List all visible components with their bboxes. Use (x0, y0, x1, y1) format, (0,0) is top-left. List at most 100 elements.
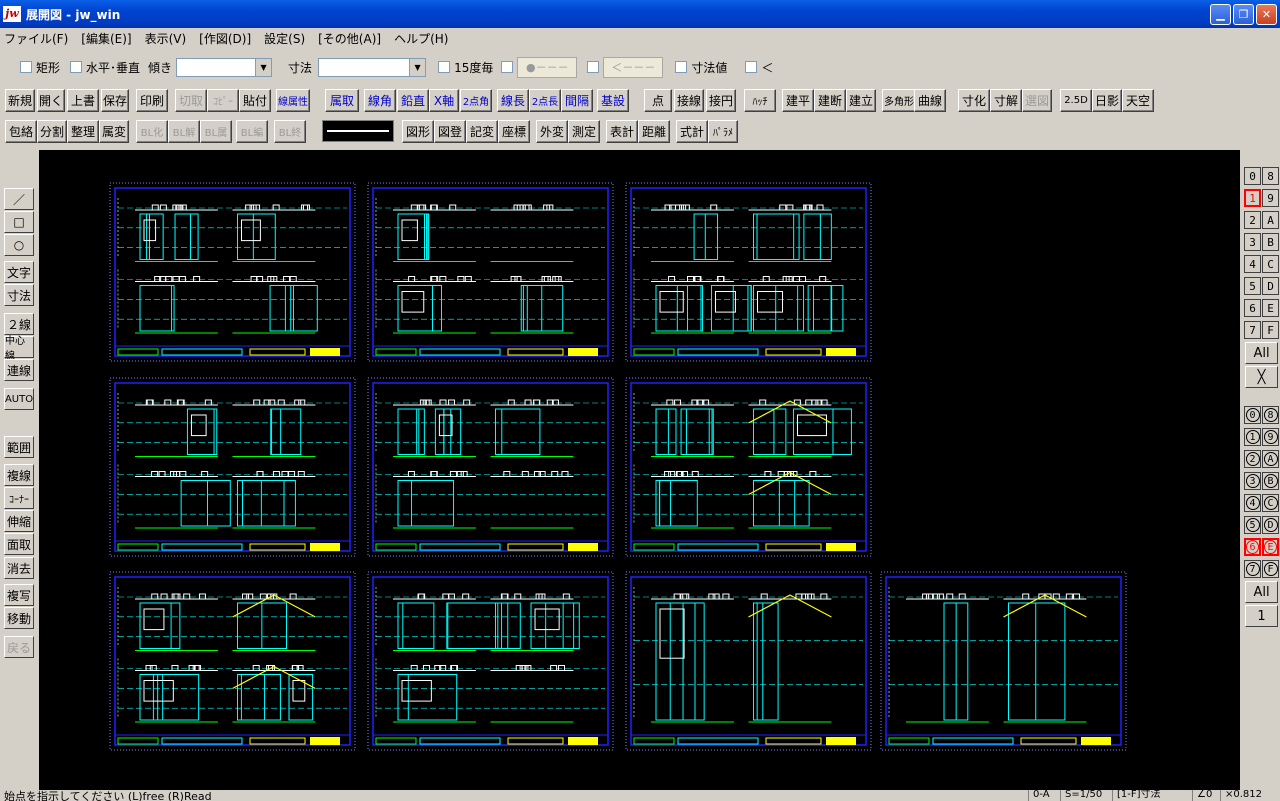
status-zoom[interactable]: ×0.812 (1220, 790, 1262, 801)
layer-9-button[interactable]: 9 (1262, 189, 1279, 207)
dimension-tool-button[interactable]: 寸法 (4, 284, 34, 306)
dimension-to-button[interactable]: 寸化 (958, 88, 990, 112)
chevron-down-icon[interactable]: ▼ (409, 58, 426, 76)
chevron-down-icon[interactable]: ▼ (255, 58, 272, 76)
layer-group-A-button[interactable]: A (1262, 450, 1279, 468)
copy-tool-button[interactable]: 複写 (4, 584, 34, 606)
close-button[interactable]: ✕ (1256, 4, 1277, 25)
corner-tool-button[interactable]: ｺｰﾅｰ (4, 487, 34, 509)
layer-1-button[interactable]: 1 (1244, 189, 1261, 207)
layer-group-F-button[interactable]: F (1262, 560, 1279, 578)
auto-tool-button[interactable]: AUTO (4, 388, 34, 410)
minimize-button[interactable]: ▁ (1210, 4, 1231, 25)
two-point-length-button[interactable]: 2点長 (529, 88, 561, 112)
layer-group-E-button[interactable]: E (1262, 538, 1279, 556)
layer-A-button[interactable]: A (1262, 211, 1279, 229)
menu-draw[interactable]: [作図(D)] (199, 30, 251, 47)
line-angle-button[interactable]: 線角 (364, 88, 396, 112)
dot-line-button[interactable]: ●－－－ (517, 56, 578, 78)
layer-group-2-button[interactable]: 2 (1244, 450, 1261, 468)
layer-8-button[interactable]: 8 (1262, 167, 1279, 185)
layer-C-button[interactable]: C (1262, 255, 1279, 273)
layer-group-1-button[interactable]: 1 (1244, 428, 1261, 446)
change-attribute-button[interactable]: 属変 (99, 119, 129, 143)
layer-D-button[interactable]: D (1262, 277, 1279, 295)
chamfer-tool-button[interactable]: 面取 (4, 533, 34, 555)
layer-group-7-button[interactable]: 7 (1244, 560, 1261, 578)
dot-line-checkbox[interactable] (501, 61, 517, 73)
center-line-tool-button[interactable]: 中心線 (4, 336, 34, 362)
layer-4-button[interactable]: 4 (1244, 255, 1261, 273)
2-5d-button[interactable]: 2.5D (1060, 88, 1092, 112)
layer-E-button[interactable]: E (1262, 299, 1279, 317)
every-15-degrees-checkbox[interactable]: 15度毎 (438, 59, 493, 76)
layer-group-4-button[interactable]: 4 (1244, 494, 1261, 512)
menu-help[interactable]: ヘルプ(H) (394, 30, 448, 47)
save-button[interactable]: 保存 (101, 88, 129, 112)
stretch-tool-button[interactable]: 伸縮 (4, 510, 34, 532)
notation-change-button[interactable]: 記変 (466, 119, 498, 143)
undo-tool-button[interactable]: 戻る (4, 636, 34, 658)
arrow-line-checkbox[interactable] (587, 61, 603, 73)
x-axis-button[interactable]: X軸 (429, 88, 459, 112)
measure-button[interactable]: 測定 (568, 119, 600, 143)
copy-button[interactable]: ｺﾋﾟｰ (207, 88, 239, 112)
layer-group-B-button[interactable]: B (1262, 472, 1279, 490)
organize-button[interactable]: 整理 (67, 119, 99, 143)
sun-shadow-button[interactable]: 日影 (1092, 88, 1122, 112)
layer-F-button[interactable]: F (1262, 321, 1279, 339)
layer-group-8-button[interactable]: 8 (1262, 406, 1279, 424)
circle-tool-button[interactable]: ○ (4, 234, 34, 256)
layer-group-3-button[interactable]: 3 (1244, 472, 1261, 490)
polygon-button[interactable]: 多角形 (882, 88, 916, 112)
line-length-button[interactable]: 線長 (497, 88, 529, 112)
drawing-canvas[interactable] (39, 150, 1240, 790)
dimension-release-button[interactable]: 寸解 (990, 88, 1022, 112)
menu-edit[interactable]: [編集(E)] (81, 30, 131, 47)
move-tool-button[interactable]: 移動 (4, 607, 34, 629)
menu-settings[interactable]: 設定(S) (264, 30, 305, 47)
status-layer[interactable]: 0-A (1028, 790, 1050, 801)
menu-view[interactable]: 表示(V) (145, 30, 187, 47)
vertical-button[interactable]: 鉛直 (397, 88, 429, 112)
overwrite-button[interactable]: 上書 (67, 88, 99, 112)
layer-5-button[interactable]: 5 (1244, 277, 1261, 295)
sky-button[interactable]: 天空 (1122, 88, 1154, 112)
tangent-circle-button[interactable]: 接円 (706, 88, 736, 112)
layer-group-D-button[interactable]: D (1262, 516, 1279, 534)
layer-B-button[interactable]: B (1262, 233, 1279, 251)
open-button[interactable]: 開く (37, 88, 65, 112)
building-section-button[interactable]: 建断 (814, 88, 846, 112)
less-than-checkbox[interactable]: ＜ (745, 59, 773, 76)
layer-group-5-button[interactable]: 5 (1244, 516, 1261, 534)
layer-all-button[interactable]: All (1245, 342, 1278, 364)
interval-button[interactable]: 間隔 (561, 88, 593, 112)
layer-cross-button[interactable]: ╳ (1245, 366, 1278, 388)
shape-register-button[interactable]: 図登 (434, 119, 466, 143)
block-attribute-button[interactable]: BL属 (200, 119, 232, 143)
dimension-combo[interactable]: ▼ (318, 57, 427, 77)
set-base-button[interactable]: 基設 (597, 88, 629, 112)
building-elevation-button[interactable]: 建立 (846, 88, 876, 112)
layer-group-one-button[interactable]: 1 (1245, 605, 1278, 627)
status-dimension-layer[interactable]: [1-F]寸法 (1112, 790, 1161, 801)
restore-button[interactable]: ❐ (1233, 4, 1254, 25)
layer-group-6-button[interactable]: 6 (1244, 538, 1261, 556)
building-plan-button[interactable]: 建平 (782, 88, 814, 112)
parallel-line-tool-button[interactable]: 複線 (4, 464, 34, 486)
text-tool-button[interactable]: 文字 (4, 261, 34, 283)
envelope-button[interactable]: 包絡 (5, 119, 37, 143)
layer-group-all-button[interactable]: All (1245, 581, 1278, 603)
new-button[interactable]: 新規 (5, 88, 35, 112)
menu-other[interactable]: [その他(A)] (318, 30, 381, 47)
layer-7-button[interactable]: 7 (1244, 321, 1261, 339)
layer-group-9-button[interactable]: 9 (1262, 428, 1279, 446)
distance-button[interactable]: 距離 (638, 119, 670, 143)
status-scale[interactable]: S=1/50 (1060, 790, 1102, 801)
get-attribute-button[interactable]: 属取 (325, 88, 359, 112)
menu-file[interactable]: ファイル(F) (4, 30, 68, 47)
shape-button[interactable]: 図形 (402, 119, 434, 143)
layer-group-0-button[interactable]: 0 (1244, 406, 1261, 424)
status-angle[interactable]: ∠0 (1192, 790, 1212, 801)
line-tool-button[interactable]: ／ (4, 188, 34, 210)
